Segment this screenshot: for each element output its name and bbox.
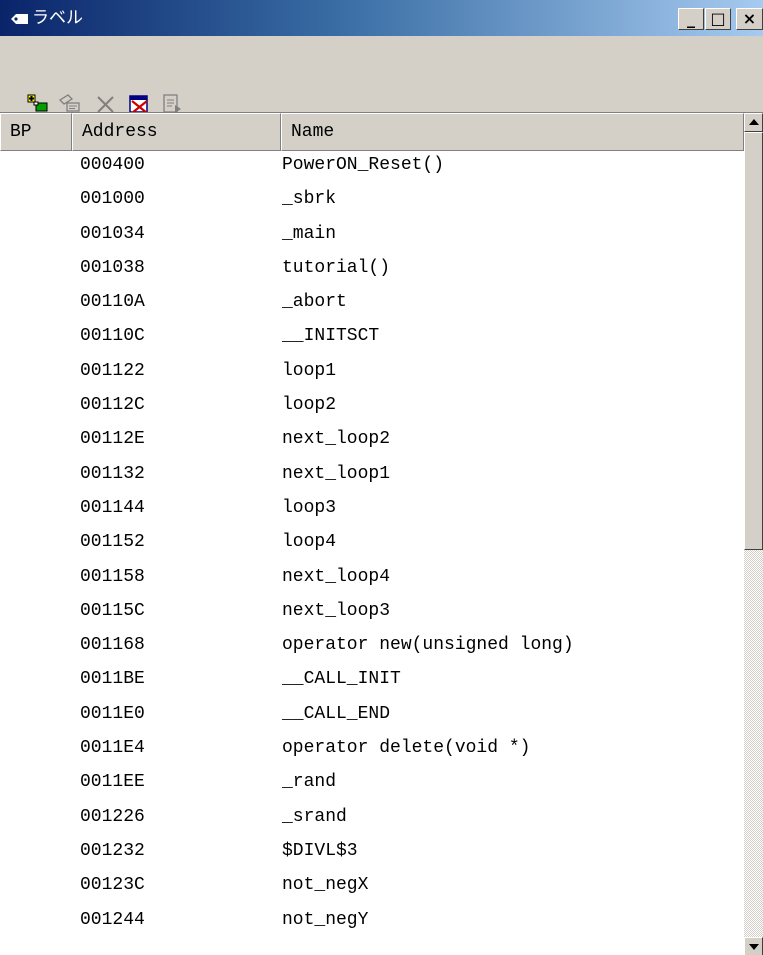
- row-name: tutorial(): [282, 257, 391, 278]
- row-name: loop2: [282, 395, 337, 416]
- row-address: 001244: [80, 909, 145, 930]
- table-row[interactable]: 001168 operator new(unsigned long): [0, 631, 744, 665]
- row-name: next_loop3: [282, 600, 391, 621]
- minimize-icon: _: [687, 9, 695, 28]
- row-name: _srand: [282, 806, 347, 827]
- row-name: $DIVL$3: [282, 840, 358, 861]
- row-address: 001122: [80, 360, 145, 381]
- row-address: 001144: [80, 497, 145, 518]
- column-header-name[interactable]: Name: [281, 113, 744, 151]
- table-row[interactable]: 0011E4 operator delete(void *): [0, 734, 744, 768]
- row-address: 00110C: [80, 326, 145, 347]
- row-name: loop3: [282, 497, 337, 518]
- row-address: 001000: [80, 189, 145, 210]
- row-address: 0011E0: [80, 703, 145, 724]
- row-address: 000400: [80, 155, 145, 175]
- table-row[interactable]: 00112C loop2: [0, 391, 744, 425]
- row-name: PowerON_Reset(): [282, 155, 445, 175]
- maximize-button[interactable]: □: [705, 8, 731, 30]
- table-row[interactable]: 001152 loop4: [0, 528, 744, 562]
- table-row[interactable]: 001232 $DIVL$3: [0, 837, 744, 871]
- row-address: 001158: [80, 566, 145, 587]
- row-name: not_negX: [282, 875, 369, 896]
- row-name: operator delete(void *): [282, 738, 531, 759]
- table-row[interactable]: 00110C __INITSCT: [0, 322, 744, 356]
- window-title: ラベル: [32, 8, 83, 28]
- row-address: 00112E: [80, 429, 145, 450]
- table-row[interactable]: 001244 not_negY: [0, 906, 744, 940]
- row-address: 001132: [80, 463, 145, 484]
- table-row[interactable]: 00115C next_loop3: [0, 597, 744, 631]
- row-address: 001034: [80, 223, 145, 244]
- minimize-button[interactable]: _: [678, 8, 704, 30]
- scrollbar-thumb[interactable]: [744, 132, 763, 550]
- table-row[interactable]: 001000 _sbrk: [0, 185, 744, 219]
- row-name: next_loop1: [282, 463, 391, 484]
- table-row[interactable]: 0011EE _rand: [0, 768, 744, 802]
- row-name: loop1: [282, 360, 337, 381]
- table-row[interactable]: 00110A _abort: [0, 288, 744, 322]
- column-header-address[interactable]: Address: [72, 113, 281, 151]
- row-address: 0011BE: [80, 669, 145, 690]
- label-app-icon: [11, 14, 28, 24]
- row-name: __CALL_INIT: [282, 669, 401, 690]
- table-row[interactable]: 001038 tutorial(): [0, 254, 744, 288]
- column-header-bp[interactable]: BP: [0, 113, 72, 151]
- row-name: not_negY: [282, 909, 369, 930]
- row-name: _main: [282, 223, 337, 244]
- row-name: _abort: [282, 292, 347, 313]
- row-address: 00115C: [80, 600, 145, 621]
- row-address: 001152: [80, 532, 145, 553]
- row-address: 001226: [80, 806, 145, 827]
- table-row[interactable]: 0011E0 __CALL_END: [0, 700, 744, 734]
- label-list[interactable]: BP Address Name 000400 PowerON_Reset() 001…: [0, 112, 763, 955]
- row-address: 00123C: [80, 875, 145, 896]
- table-row[interactable]: 00123C not_negX: [0, 871, 744, 905]
- table-row[interactable]: 001226 _srand: [0, 803, 744, 837]
- arrow-up-icon: [749, 119, 759, 125]
- row-name: _sbrk: [282, 189, 337, 210]
- table-row[interactable]: 001132 next_loop1: [0, 460, 744, 494]
- row-name: _rand: [282, 772, 337, 793]
- row-name: __INITSCT: [282, 326, 380, 347]
- table-row[interactable]: 001122 loop1: [0, 357, 744, 391]
- row-address: 001168: [80, 635, 145, 656]
- row-address: 001232: [80, 840, 145, 861]
- vertical-scrollbar[interactable]: [744, 113, 763, 955]
- row-name: loop4: [282, 532, 337, 553]
- table-row[interactable]: 001144 loop3: [0, 494, 744, 528]
- row-name: operator new(unsigned long): [282, 635, 574, 656]
- row-address: 001038: [80, 257, 145, 278]
- row-address: 00112C: [80, 395, 145, 416]
- row-address: 0011EE: [80, 772, 145, 793]
- scroll-up-button[interactable]: [744, 113, 763, 132]
- table-row[interactable]: 00112E next_loop2: [0, 425, 744, 459]
- label-window: ラベル _ □ × BP Address Name 000400 PowerON…: [0, 0, 763, 955]
- table-row[interactable]: 0011BE __CALL_INIT: [0, 665, 744, 699]
- title-bar[interactable]: ラベル _ □ ×: [0, 0, 763, 36]
- row-address: 00110A: [80, 292, 145, 313]
- table-row[interactable]: 001034 _main: [0, 220, 744, 254]
- close-icon: ×: [742, 9, 757, 28]
- scroll-down-button[interactable]: [744, 937, 763, 955]
- row-name: next_loop4: [282, 566, 391, 587]
- row-address: 0011E4: [80, 738, 145, 759]
- table-row[interactable]: 000400 PowerON_Reset(): [0, 151, 744, 185]
- list-rows: 000400 PowerON_Reset() 001000 _sbrk 001034 _m…: [0, 151, 744, 954]
- table-row[interactable]: 001158 next_loop4: [0, 563, 744, 597]
- close-button[interactable]: ×: [736, 8, 763, 30]
- list-header: BP Address Name: [0, 113, 744, 151]
- arrow-down-icon: [749, 944, 759, 950]
- maximize-icon: □: [710, 9, 726, 28]
- row-name: __CALL_END: [282, 703, 391, 724]
- row-name: next_loop2: [282, 429, 391, 450]
